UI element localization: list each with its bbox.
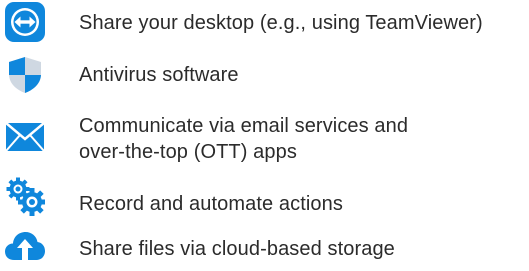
gears-icon [5, 176, 45, 216]
shield-icon [5, 55, 45, 95]
share-files-label: Share files via cloud-based storage [79, 238, 395, 260]
envelope-icon [5, 117, 45, 157]
list-item-share-files: Share files via cloud-based storage [0, 224, 529, 268]
list-item-record-automate: Record and automate actions [0, 176, 529, 220]
cloud-upload-icon [5, 226, 45, 266]
communicate-label: Communicate via email services and over-… [79, 113, 408, 165]
communicate-label-line-2: over-the-top (OTT) apps [79, 141, 297, 163]
antivirus-label: Antivirus software [79, 64, 239, 86]
record-automate-label: Record and automate actions [79, 193, 343, 215]
list-item-communicate: Communicate via email services and over-… [0, 106, 529, 168]
teamviewer-icon [5, 2, 45, 42]
list-item-antivirus: Antivirus software [0, 52, 529, 96]
list-item-share-desktop: Share your desktop (e.g., using TeamView… [0, 0, 529, 48]
share-desktop-label: Share your desktop (e.g., using TeamView… [79, 12, 483, 34]
communicate-label-line-1: Communicate via email services and [79, 115, 409, 137]
